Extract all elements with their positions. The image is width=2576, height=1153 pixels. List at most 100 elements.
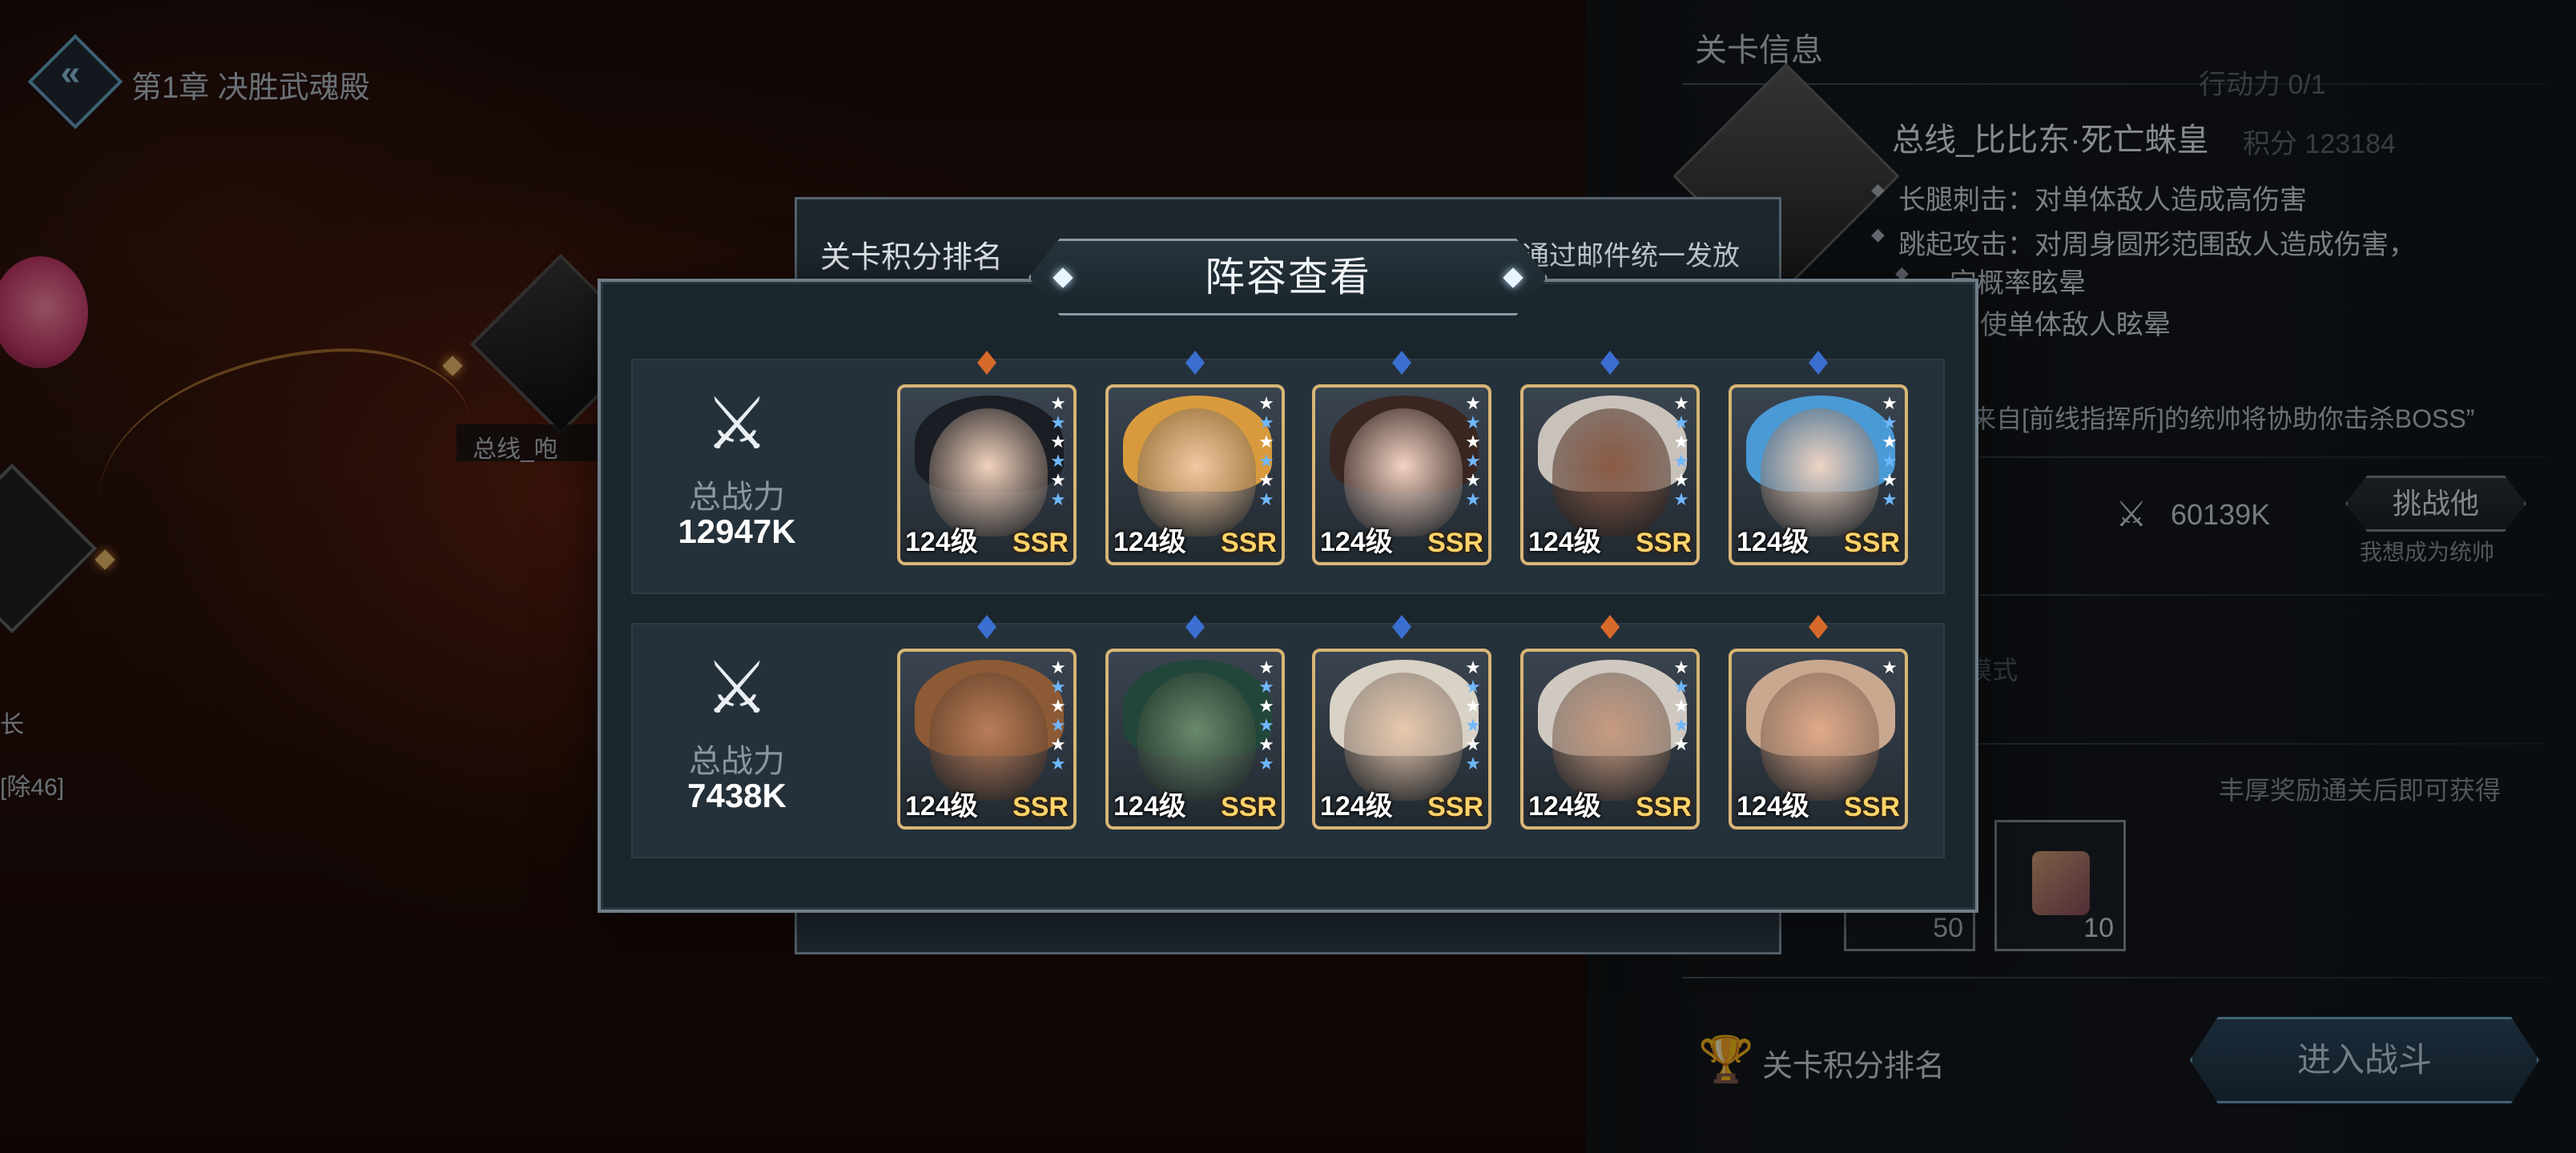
star-rating: ★ ★ ★ ★ ★ ★ <box>1879 394 1900 509</box>
star-icon: ★ <box>1882 432 1898 452</box>
hero-card[interactable]: ★ ★ ★ ★ ★ ★ 124级 SSR <box>1312 649 1491 830</box>
hero-rarity-badge: SSR <box>1636 792 1692 822</box>
hero-card[interactable]: ★ ★ ★ ★ ★ ★ 124级 SSR <box>1105 649 1285 830</box>
star-icon: ★ <box>1050 393 1066 413</box>
star-icon: ★ <box>1673 677 1689 697</box>
hero-level: 124级 <box>1528 527 1601 557</box>
star-rating: ★ ★ ★ ★ ★ ★ <box>1048 394 1069 509</box>
star-icon: ★ <box>1465 715 1481 735</box>
hero-level: 124级 <box>1113 791 1186 822</box>
star-icon: ★ <box>1050 753 1066 773</box>
hero-level: 124级 <box>905 791 978 822</box>
star-icon: ★ <box>1258 470 1274 490</box>
star-rating: ★ ★ ★ ★ ★ <box>1671 658 1692 754</box>
star-icon: ★ <box>1882 393 1898 413</box>
team-stats: ⚔ 总战力 7438K <box>633 625 841 857</box>
star-icon: ★ <box>1050 412 1066 432</box>
star-icon: ★ <box>1882 470 1898 490</box>
hero-rarity-badge: SSR <box>1844 792 1900 822</box>
team-row: ⚔ 总战力 7438K ★ ★ ★ ★ ★ ★ 124级 SSR ★ ★ ★ ★ ★ ★ 124级 SSR ★ ★ ★ ★ ★… <box>631 615 1945 858</box>
total-power-label: 总战力 <box>689 744 785 779</box>
hero-card[interactable]: ★ ★ ★ ★ ★ ★ 124级 SSR <box>1729 384 1908 565</box>
star-icon: ★ <box>1258 657 1274 677</box>
hero-level: 124级 <box>1528 791 1601 822</box>
hero-portrait <box>929 408 1048 536</box>
hero-rarity-badge: SSR <box>1221 528 1277 558</box>
hero-portrait <box>929 673 1048 801</box>
star-icon: ★ <box>1258 393 1274 413</box>
star-icon: ★ <box>1258 715 1274 735</box>
hero-portrait <box>1552 673 1671 801</box>
hero-card[interactable]: ★ ★ ★ ★ ★ ★ 124级 SSR <box>1312 384 1491 565</box>
star-rating: ★ ★ ★ ★ ★ ★ <box>1256 658 1277 773</box>
star-rating: ★ ★ ★ ★ ★ ★ <box>1463 658 1483 773</box>
star-icon: ★ <box>1673 734 1689 754</box>
team-stats: ⚔ 总战力 12947K <box>633 360 841 593</box>
hero-level: 124级 <box>905 527 978 557</box>
star-icon: ★ <box>1258 432 1274 452</box>
star-icon: ★ <box>1258 677 1274 697</box>
hero-portrait <box>1344 408 1463 536</box>
star-icon: ★ <box>1465 734 1481 754</box>
star-icon: ★ <box>1465 657 1481 677</box>
star-icon: ★ <box>1882 489 1898 509</box>
hero-rarity-badge: SSR <box>1012 528 1069 558</box>
total-power-value: 12947K <box>678 512 796 550</box>
hero-level: 124级 <box>1737 791 1809 822</box>
star-icon: ★ <box>1673 696 1689 716</box>
star-rating: ★ ★ ★ ★ ★ ★ <box>1048 658 1069 773</box>
total-power-value: 7438K <box>687 777 787 814</box>
modal-title: 阵容查看 <box>1028 239 1548 315</box>
star-icon: ★ <box>1673 451 1689 471</box>
hero-portrait <box>1761 673 1879 801</box>
star-icon: ★ <box>1258 451 1274 471</box>
star-icon: ★ <box>1465 412 1481 432</box>
crossed-swords-icon: ⚔ <box>704 384 770 464</box>
star-icon: ★ <box>1882 657 1898 677</box>
star-icon: ★ <box>1673 432 1689 452</box>
star-icon: ★ <box>1258 489 1274 509</box>
star-icon: ★ <box>1673 657 1689 677</box>
star-rating: ★ ★ ★ ★ ★ ★ <box>1256 394 1277 509</box>
team-row: ⚔ 总战力 12947K ★ ★ ★ ★ ★ ★ 124级 SSR ★ ★ ★ ★ ★ ★ 124级 SSR ★ ★ ★ ★… <box>631 351 1945 594</box>
star-icon: ★ <box>1050 677 1066 697</box>
star-icon: ★ <box>1050 657 1066 677</box>
crossed-swords-icon: ⚔ <box>704 649 770 729</box>
hero-portrait <box>1552 408 1671 536</box>
hero-rarity-badge: SSR <box>1844 528 1900 558</box>
star-icon: ★ <box>1258 734 1274 754</box>
star-icon: ★ <box>1050 470 1066 490</box>
rank-dialog-title: 关卡积分排名 <box>820 241 1004 275</box>
star-icon: ★ <box>1258 753 1274 773</box>
star-icon: ★ <box>1050 432 1066 452</box>
star-icon: ★ <box>1465 470 1481 490</box>
star-icon: ★ <box>1050 451 1066 471</box>
hero-level: 124级 <box>1320 791 1393 822</box>
hero-portrait <box>1761 408 1879 536</box>
star-icon: ★ <box>1465 432 1481 452</box>
hero-rarity-badge: SSR <box>1427 792 1483 822</box>
hero-card[interactable]: ★ ★ ★ ★ ★ ★ 124级 SSR <box>897 649 1077 830</box>
hero-card[interactable]: ★ 124级 SSR <box>1729 649 1908 830</box>
star-icon: ★ <box>1465 451 1481 471</box>
star-icon: ★ <box>1050 715 1066 735</box>
star-icon: ★ <box>1465 393 1481 413</box>
hero-card[interactable]: ★ ★ ★ ★ ★ ★ 124级 SSR <box>1520 384 1700 565</box>
hero-rarity-badge: SSR <box>1012 792 1069 822</box>
star-icon: ★ <box>1465 753 1481 773</box>
hero-portrait <box>1344 673 1463 801</box>
star-icon: ★ <box>1673 412 1689 432</box>
star-rating: ★ ★ ★ ★ ★ ★ <box>1463 394 1483 509</box>
hero-card[interactable]: ★ ★ ★ ★ ★ 124级 SSR <box>1520 649 1700 830</box>
star-icon: ★ <box>1050 696 1066 716</box>
star-icon: ★ <box>1465 696 1481 716</box>
hero-card[interactable]: ★ ★ ★ ★ ★ ★ 124级 SSR <box>1105 384 1285 565</box>
hero-card[interactable]: ★ ★ ★ ★ ★ ★ 124级 SSR <box>897 384 1077 565</box>
star-icon: ★ <box>1465 677 1481 697</box>
star-icon: ★ <box>1673 470 1689 490</box>
star-icon: ★ <box>1050 734 1066 754</box>
star-icon: ★ <box>1673 489 1689 509</box>
star-icon: ★ <box>1258 412 1274 432</box>
hero-portrait <box>1137 408 1256 536</box>
star-icon: ★ <box>1465 489 1481 509</box>
